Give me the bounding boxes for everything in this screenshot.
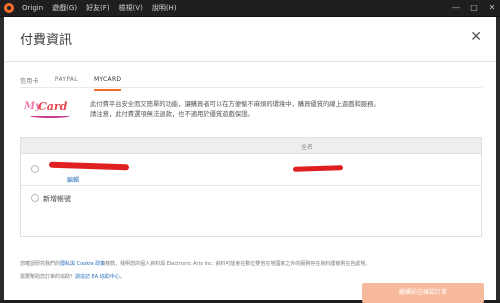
- account-radio[interactable]: [31, 165, 39, 173]
- privacy-suffix: 條款，我明您的個人資料與 Electronic Arts Inc. 資料可能會在…: [105, 261, 371, 267]
- menu-item-view[interactable]: 檢視(V): [119, 3, 143, 14]
- privacy-policy-link[interactable]: 隱私與 Cookie 政策: [60, 261, 105, 267]
- redacted-full-name: [292, 165, 344, 172]
- dialog-title: 付費資訊: [20, 33, 73, 48]
- mycard-logo-card: Card: [38, 100, 68, 113]
- dialog-header: 付費資訊 ✕: [4, 17, 496, 62]
- new-account-radio[interactable]: [31, 194, 39, 202]
- close-icon[interactable]: ✕: [470, 30, 482, 44]
- close-window-icon[interactable]: ✕: [488, 2, 496, 14]
- title-bar: Origin 遊戲(G) 好友(F) 檢視(V) 說明(H) — □ ✕: [0, 0, 500, 17]
- menu-bar: Origin 遊戲(G) 好友(F) 檢視(V) 說明(H): [22, 3, 177, 14]
- mycard-logo: My Card: [24, 99, 84, 121]
- mycard-swoosh-icon: [30, 114, 70, 118]
- tab-credit-card[interactable]: 信用卡: [20, 73, 39, 91]
- tab-mycard[interactable]: MYCARD: [93, 73, 122, 91]
- privacy-notice: 您確認研究我們的隱私與 Cookie 政策條款，我明您的個人資料與 Electr…: [20, 260, 490, 268]
- mycard-description: 此付費平台安全而又簡單的功能，讓購買者可以在方便愉不麻煩的環境中，購買優質的線上…: [90, 100, 490, 120]
- menu-item-friends[interactable]: 好友(F): [86, 3, 110, 14]
- minimize-icon[interactable]: —: [452, 2, 460, 14]
- origin-window: Origin 遊戲(G) 好友(F) 檢視(V) 說明(H) — □ ✕ 付費資…: [0, 0, 500, 303]
- payment-dialog: 付費資訊 ✕ 信用卡 PAYPAL MYCARD My Card 此付費平台安全…: [4, 17, 496, 303]
- window-controls: — □ ✕: [452, 2, 496, 14]
- table-row-new-account[interactable]: 新增帳號: [21, 187, 481, 209]
- description-line-2: 請注意，此付費選項無法退款，也不適用於優質遊戲保證。: [90, 111, 254, 118]
- menu-item-origin[interactable]: Origin: [22, 3, 43, 14]
- menu-item-games[interactable]: 遊戲(G): [52, 3, 77, 14]
- tab-divider: [20, 87, 482, 88]
- help-prefix: 需要幫助您訂單的協助？: [20, 274, 76, 280]
- help-notice: 需要幫助您訂單的協助？請造訪 EA 協助中心。: [20, 273, 125, 280]
- tab-paypal[interactable]: PAYPAL: [55, 73, 78, 91]
- column-header-full-name: 全名: [301, 144, 314, 151]
- description-line-1: 此付費平台安全而又簡單的功能，讓購買者可以在方便愉不麻煩的環境中，購買優質的線上…: [90, 101, 380, 108]
- table-header: 全名: [21, 138, 481, 154]
- proceed-to-review-button[interactable]: 繼續前往確認訂單: [362, 283, 484, 303]
- redacted-account-name: [48, 161, 130, 171]
- privacy-prefix: 您確認研究我們的: [20, 261, 61, 267]
- payment-tabs: 信用卡 PAYPAL MYCARD: [20, 73, 137, 91]
- table-row[interactable]: 編輯: [21, 154, 481, 186]
- account-table: 全名 編輯 新增帳號: [20, 137, 482, 237]
- origin-logo-icon[interactable]: [4, 3, 14, 13]
- new-account-label: 新增帳號: [43, 195, 71, 203]
- help-center-link[interactable]: 請造訪 EA 協助中心。: [75, 274, 125, 280]
- menu-item-help[interactable]: 說明(H): [152, 3, 177, 14]
- edit-account-link[interactable]: 編輯: [67, 175, 79, 184]
- maximize-icon[interactable]: □: [470, 2, 478, 14]
